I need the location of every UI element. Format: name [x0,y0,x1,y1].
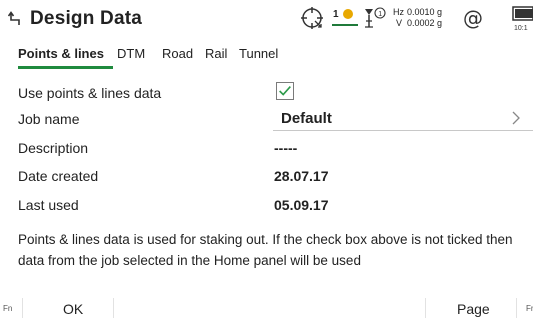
page-title: Design Data [30,8,143,29]
row-date-created: Date created 28.07.17 [0,163,533,189]
page-button[interactable]: Page [457,301,490,317]
job-name-value: Default [281,110,332,127]
info-text: Points & lines data is used for staking … [18,232,513,268]
divider [516,298,517,318]
row-description: Description ----- [0,135,533,161]
fn-key-left[interactable]: Fn [3,304,12,313]
description-value: ----- [274,140,298,156]
use-data-label: Use points & lines data [18,85,162,101]
satellite-icon[interactable] [342,8,354,20]
row-last-used: Last used 05.09.17 [0,192,533,218]
job-name-select[interactable]: Default [273,106,533,131]
tab-road[interactable]: Road [162,46,193,61]
satellite-underline [332,24,358,26]
battery-icon[interactable] [512,5,533,23]
function-bar: Fn OK Page Fn [0,296,533,320]
clock: 10:1 [514,25,528,32]
prism-icon[interactable]: 1 [361,5,387,31]
last-used-value: 05.09.17 [274,197,329,213]
row-use-data: Use points & lines data [0,80,533,106]
chevron-right-icon [512,111,520,125]
angle-readout: Hz 0.0010 g V 0.0002 g [393,7,443,28]
tab-bar: Points & lines DTM Road Rail Tunnel [0,46,533,72]
description-label: Description [18,140,89,156]
svg-text:1: 1 [378,11,382,18]
tab-tunnel[interactable]: Tunnel [239,46,278,61]
title-bar: Design Data 1 1 Hz 0.0010 g V 0.0002 g @ 1… [0,0,533,40]
ok-button[interactable]: OK [63,301,83,317]
at-icon[interactable]: @ [463,6,483,30]
target-icon[interactable] [300,6,324,30]
row-job-name: Job name Default [0,106,533,132]
last-used-label: Last used [18,197,79,213]
tab-dtm[interactable]: DTM [117,46,145,61]
tab-rail[interactable]: Rail [205,46,227,61]
fn-key-right[interactable]: Fn [526,304,533,313]
tab-points-lines[interactable]: Points & lines [18,46,104,61]
divider [22,298,23,318]
satellite-count[interactable]: 1 [333,9,339,20]
divider [425,298,426,318]
use-data-checkbox[interactable] [276,82,294,100]
divider [113,298,114,318]
date-created-value: 28.07.17 [274,168,329,184]
back-icon[interactable] [8,10,22,28]
date-created-label: Date created [18,168,99,184]
active-tab-indicator [18,66,113,69]
check-icon [279,86,291,96]
job-name-label: Job name [18,111,80,127]
